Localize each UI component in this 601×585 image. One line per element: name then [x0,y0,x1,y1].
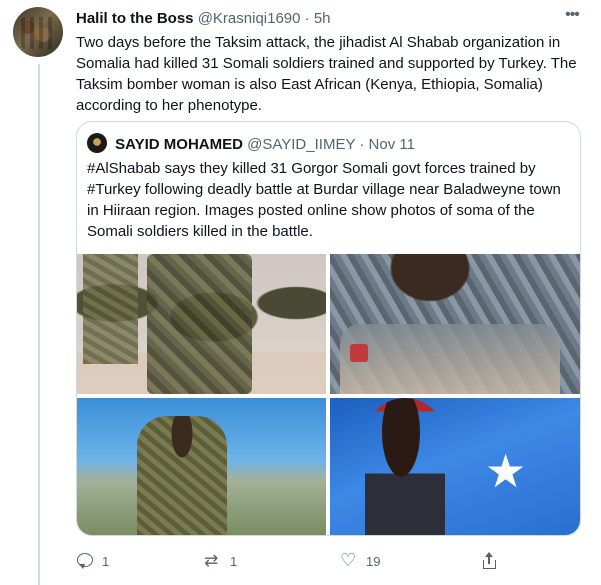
author-name[interactable]: Halil to the Boss [76,10,194,27]
quoted-tweet[interactable]: SAYID MOHAMED @SAYID_IIMEY · Nov 11 #AlS… [76,121,581,536]
quote-author-handle: @SAYID_IIMEY [247,136,356,153]
separator-dot: · [300,10,314,27]
flag-star-icon: ★ [485,445,527,497]
media-grid: ★ [77,254,580,535]
like-icon: ♡ [340,550,357,571]
quote-text: #AlShabab says they killed 31 Gorgor Som… [87,160,561,240]
quote-avatar [87,133,107,153]
retweet-button[interactable]: ⇄ 1 [204,546,237,576]
quote-header: SAYID MOHAMED @SAYID_IIMEY · Nov 11 [87,133,415,155]
share-icon [480,552,498,570]
media-photo-2[interactable] [330,254,580,394]
share-button[interactable] [480,546,498,576]
media-photo-4[interactable]: ★ [330,398,580,535]
like-button[interactable]: ♡ 19 [340,546,380,576]
reply-button[interactable]: 1 [76,546,109,576]
action-bar: 1 ⇄ 1 ♡ 19 [76,546,581,576]
more-icon[interactable]: ••• [563,7,581,26]
media-photo-3[interactable] [77,398,326,535]
tweet-header: Halil to the Boss @Krasniqi1690 · 5h [76,9,331,29]
quote-date: Nov 11 [368,136,415,153]
tweet-text: Two days before the Taksim attack, the j… [76,34,577,114]
reply-count: 1 [102,553,110,569]
media-photo-1[interactable] [77,254,326,394]
thread-line [38,64,40,585]
reply-icon [76,552,94,570]
quote-separator-dot: · [355,136,369,153]
quote-author-name: SAYID MOHAMED [115,136,243,153]
tweet-time[interactable]: 5h [314,10,331,27]
like-count: 19 [366,553,381,569]
retweet-count: 1 [230,553,238,569]
author-handle[interactable]: @Krasniqi1690 [198,10,301,27]
author-avatar[interactable] [13,7,63,57]
retweet-icon: ⇄ [204,551,219,571]
